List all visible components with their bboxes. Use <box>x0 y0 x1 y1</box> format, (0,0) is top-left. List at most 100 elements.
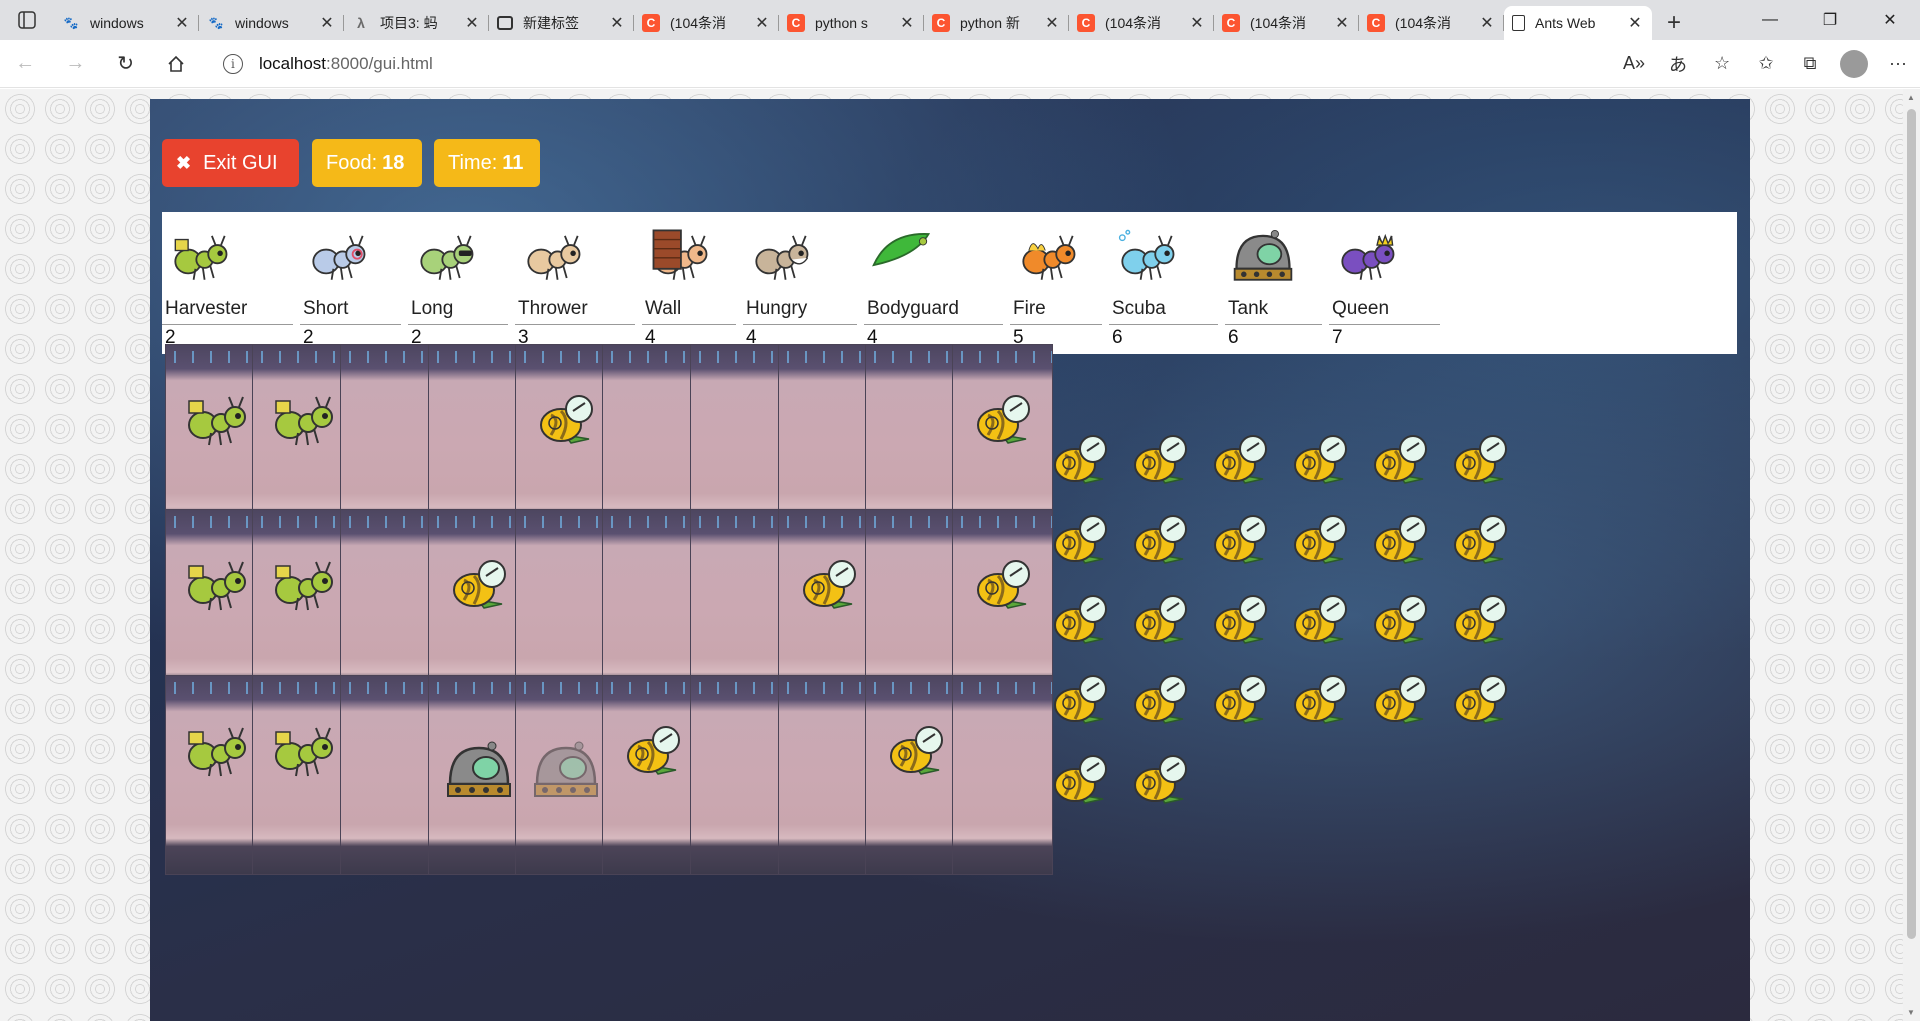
tank-ant-icon <box>1231 226 1295 286</box>
browser-tab[interactable]: C (104条消 ✕ <box>1359 6 1504 40</box>
scuba-ant-icon <box>1115 226 1179 286</box>
bee-icon <box>1365 669 1435 729</box>
browser-tab[interactable]: 🐾 windows ✕ <box>199 6 344 40</box>
forward-button[interactable]: → <box>50 44 100 84</box>
tab-title: 项目3: 蚂 <box>380 15 438 31</box>
bee-icon <box>1045 509 1115 569</box>
browser-tab[interactable]: 新建标签 ✕ <box>489 6 634 40</box>
divider <box>300 324 401 325</box>
back-button[interactable]: ← <box>0 44 50 84</box>
browser-tab[interactable]: C (104条消 ✕ <box>634 6 779 40</box>
ant-option-bodyguard[interactable]: Bodyguard 4 <box>864 212 1007 354</box>
bodyguard-leaf-icon <box>870 226 934 286</box>
bee-icon <box>968 554 1038 614</box>
ant-option-long[interactable]: Long 2 <box>408 212 512 354</box>
read-aloud-button[interactable]: A» <box>1612 44 1656 84</box>
board-tile[interactable] <box>778 675 879 875</box>
csdn-icon: C <box>932 14 950 32</box>
collections-button[interactable]: ⧉ <box>1788 44 1832 84</box>
browser-tab[interactable]: 🐾 windows ✕ <box>54 6 199 40</box>
translate-button[interactable]: あ <box>1656 44 1700 84</box>
board-tile[interactable] <box>340 675 441 875</box>
tab-title: (104条消 <box>1250 15 1307 31</box>
time-counter: Time: 11 <box>434 139 540 187</box>
bee-icon <box>1285 669 1355 729</box>
ant-option-wall[interactable]: Wall 4 <box>642 212 740 354</box>
ant-name: Bodyguard <box>867 298 959 319</box>
ant-cost: 6 <box>1112 327 1123 348</box>
arrow-left-icon: ← <box>15 52 36 74</box>
bee-icon <box>1045 669 1115 729</box>
close-window-button[interactable]: ✕ <box>1860 0 1920 40</box>
minimize-button[interactable]: — <box>1740 0 1800 40</box>
page-scrollbar[interactable]: ▲ ▼ <box>1903 89 1920 1021</box>
tab-close-icon[interactable]: ✕ <box>1043 13 1061 33</box>
tab-close-icon[interactable]: ✕ <box>1333 13 1351 33</box>
ant-option-thrower[interactable]: Thrower 3 <box>515 212 639 354</box>
food-counter: Food: 18 <box>312 139 422 187</box>
ant-option-scuba[interactable]: Scuba 6 <box>1109 212 1222 354</box>
ant-option-tank[interactable]: Tank 6 <box>1225 212 1326 354</box>
scroll-down-icon[interactable]: ▼ <box>1907 1008 1915 1017</box>
divider <box>1329 324 1440 325</box>
more-icon: ··· <box>1889 53 1907 73</box>
refresh-icon: ↻ <box>117 53 134 75</box>
tab-title: Ants Web <box>1535 15 1596 31</box>
ant-name: Hungry <box>746 298 808 319</box>
divider <box>864 324 1003 325</box>
scroll-up-icon[interactable]: ▲ <box>1907 93 1915 102</box>
bee-icon <box>1125 429 1195 489</box>
address-bar[interactable]: i localhost:8000/gui.html <box>210 45 1613 82</box>
refresh-button[interactable]: ↻ <box>100 44 150 84</box>
settings-menu-button[interactable]: ··· <box>1876 44 1920 84</box>
ant-option-short[interactable]: Short 2 <box>300 212 405 354</box>
tab-close-icon[interactable]: ✕ <box>1188 13 1206 33</box>
browser-tab[interactable]: C (104条消 ✕ <box>1069 6 1214 40</box>
browser-tab[interactable]: Cpython 新 ✕ <box>924 6 1069 40</box>
bee-icon <box>1445 589 1515 649</box>
bee-icon <box>794 554 864 614</box>
board-tile[interactable] <box>690 675 791 875</box>
favorites-button[interactable]: ✩ <box>1744 44 1788 84</box>
board-tile[interactable] <box>952 675 1053 875</box>
ant-option-fire[interactable]: Fire 5 <box>1010 212 1106 354</box>
browser-tab[interactable]: Ants Web ✕ <box>1504 6 1652 40</box>
restore-button[interactable]: ❐ <box>1800 0 1860 40</box>
url-path: :8000/gui.html <box>326 53 433 73</box>
csdn-icon: C <box>642 14 660 32</box>
exit-gui-button[interactable]: ✖ Exit GUI <box>162 139 299 187</box>
csdn-icon: C <box>787 14 805 32</box>
browser-tab[interactable]: λ 项目3: 蚂 ✕ <box>344 6 489 40</box>
tab-close-icon[interactable]: ✕ <box>608 13 626 33</box>
home-button[interactable] <box>151 44 201 84</box>
ant-option-harvester[interactable]: Harvester 2 <box>162 212 297 354</box>
tank-ant-icon <box>444 740 514 800</box>
bee-icon <box>1365 509 1435 569</box>
browser-tab[interactable]: Cpython s ✕ <box>779 6 924 40</box>
harvester-ant-icon <box>181 389 251 449</box>
ant-name: Scuba <box>1112 298 1166 319</box>
ant-name: Thrower <box>518 298 588 319</box>
ant-option-hungry[interactable]: Hungry 4 <box>743 212 861 354</box>
tab-actions-menu-button[interactable] <box>0 0 54 40</box>
info-icon[interactable]: i <box>222 53 243 74</box>
add-favorite-button[interactable]: ☆ <box>1700 44 1744 84</box>
tab-close-icon[interactable]: ✕ <box>753 13 771 33</box>
tab-close-icon[interactable]: ✕ <box>1626 13 1644 33</box>
divider <box>1010 324 1102 325</box>
bee-icon <box>968 389 1038 449</box>
profile-avatar[interactable] <box>1840 49 1869 78</box>
tab-close-icon[interactable]: ✕ <box>898 13 916 33</box>
tab-close-icon[interactable]: ✕ <box>463 13 481 33</box>
tank-ant-ghost-icon <box>531 740 601 800</box>
new-tab-icon <box>497 16 513 30</box>
ant-option-queen[interactable]: Queen 7 <box>1329 212 1444 354</box>
tab-close-icon[interactable]: ✕ <box>1478 13 1496 33</box>
tab-close-icon[interactable]: ✕ <box>318 13 336 33</box>
new-tab-button[interactable]: + <box>1652 6 1696 40</box>
bee-icon <box>1285 589 1355 649</box>
tab-close-icon[interactable]: ✕ <box>173 13 191 33</box>
scrollbar-thumb[interactable] <box>1907 109 1916 939</box>
browser-tab[interactable]: C (104条消 ✕ <box>1214 6 1359 40</box>
bee-icon <box>1045 589 1115 649</box>
